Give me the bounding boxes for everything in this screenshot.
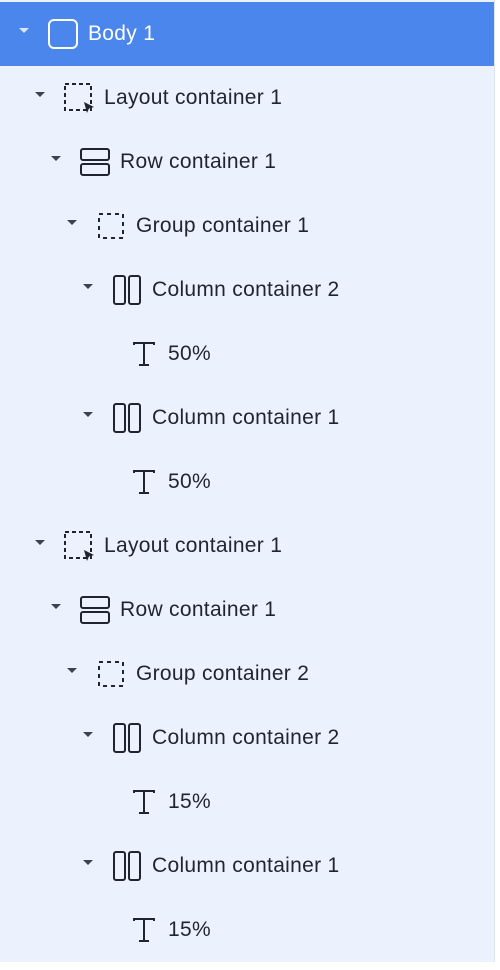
tree-item-column-container[interactable]: Column container 2 xyxy=(0,706,494,770)
text-icon xyxy=(128,914,160,946)
tree-item-label: Layout container 1 xyxy=(104,534,283,557)
tree-item-row-container[interactable]: Row container 1 xyxy=(0,130,494,194)
caret-down-icon[interactable] xyxy=(35,540,45,545)
tree-item-layout-container[interactable]: Layout container 1 xyxy=(0,514,494,578)
tree-item-column-container[interactable]: Column container 1 xyxy=(0,834,494,898)
text-icon xyxy=(128,786,160,818)
tree-item-body[interactable]: Body 1 xyxy=(0,2,494,66)
tree-item-text[interactable]: 50% xyxy=(0,450,494,514)
caret-down-icon[interactable] xyxy=(35,92,45,97)
column-container-icon xyxy=(111,274,143,306)
tree-item-label: Group container 2 xyxy=(136,662,310,685)
column-container-icon xyxy=(111,850,143,882)
caret-down-icon[interactable] xyxy=(51,604,61,609)
tree-item-label: Row container 1 xyxy=(120,598,277,621)
tree-item-label: Group container 1 xyxy=(136,214,310,237)
body-icon xyxy=(47,18,79,50)
tree-item-group-container[interactable]: Group container 1 xyxy=(0,194,494,258)
tree-item-label: 15% xyxy=(168,790,211,813)
group-container-icon xyxy=(95,210,127,242)
tree-item-label: Column container 2 xyxy=(152,278,340,301)
navigator-panel: Body 1 Layout container 1 Row container … xyxy=(0,0,495,962)
tree-item-label: Body 1 xyxy=(88,22,156,45)
column-container-icon xyxy=(111,722,143,754)
row-container-icon xyxy=(79,146,111,178)
caret-down-icon[interactable] xyxy=(83,284,93,289)
row-container-icon xyxy=(79,594,111,626)
caret-down-icon[interactable] xyxy=(83,412,93,417)
tree-item-text[interactable]: 15% xyxy=(0,770,494,834)
caret-down-icon[interactable] xyxy=(51,156,61,161)
tree-item-label: Column container 1 xyxy=(152,406,340,429)
tree-item-label: 15% xyxy=(168,918,211,941)
tree-item-column-container[interactable]: Column container 2 xyxy=(0,258,494,322)
caret-down-icon[interactable] xyxy=(19,28,29,33)
tree-item-label: 50% xyxy=(168,470,211,493)
column-container-icon xyxy=(111,402,143,434)
group-container-icon xyxy=(95,658,127,690)
tree-item-text[interactable]: 50% xyxy=(0,322,494,386)
layout-container-icon xyxy=(63,82,95,114)
tree-item-text[interactable]: 15% xyxy=(0,898,494,962)
tree-item-column-container[interactable]: Column container 1 xyxy=(0,386,494,450)
tree-item-label: Column container 1 xyxy=(152,854,340,877)
caret-down-icon[interactable] xyxy=(83,732,93,737)
tree-item-label: Row container 1 xyxy=(120,150,277,173)
caret-down-icon[interactable] xyxy=(67,668,77,673)
text-icon xyxy=(128,338,160,370)
tree-item-group-container[interactable]: Group container 2 xyxy=(0,642,494,706)
tree-item-label: 50% xyxy=(168,342,211,365)
caret-down-icon[interactable] xyxy=(83,860,93,865)
tree-item-label: Layout container 1 xyxy=(104,86,283,109)
tree-item-row-container[interactable]: Row container 1 xyxy=(0,578,494,642)
tree-item-layout-container[interactable]: Layout container 1 xyxy=(0,66,494,130)
layout-container-icon xyxy=(63,530,95,562)
caret-down-icon[interactable] xyxy=(67,220,77,225)
element-tree: Body 1 Layout container 1 Row container … xyxy=(0,0,494,962)
text-icon xyxy=(128,466,160,498)
tree-item-label: Column container 2 xyxy=(152,726,340,749)
